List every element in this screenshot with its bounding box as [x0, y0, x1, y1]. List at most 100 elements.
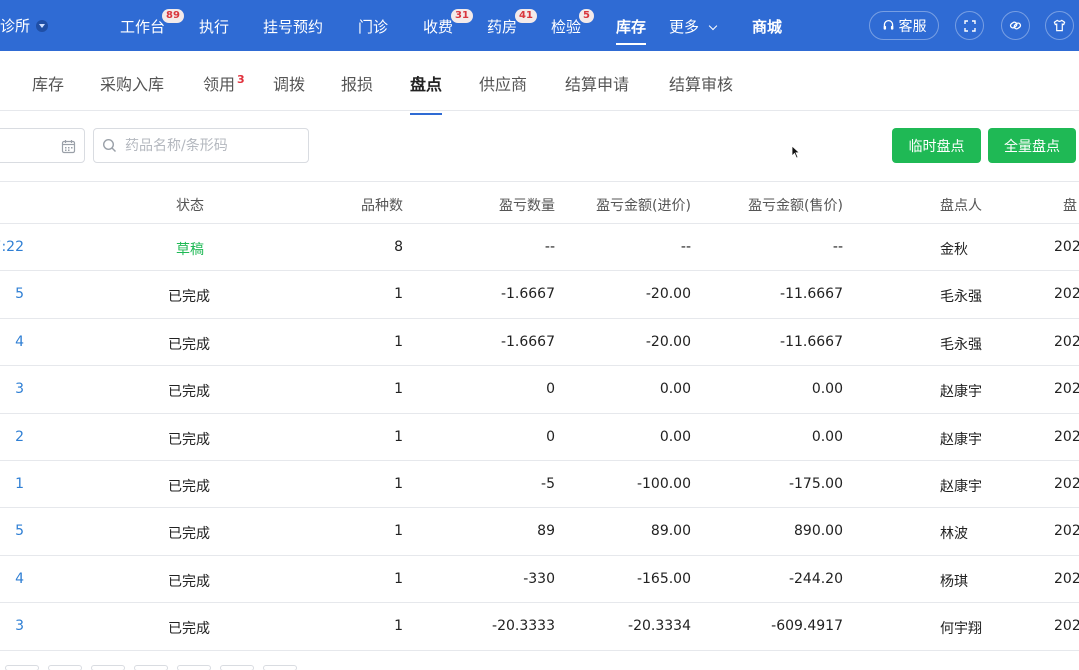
caret-down-icon	[36, 19, 49, 32]
pl-qty-cell: 0	[546, 428, 555, 445]
date-range-field[interactable]	[0, 128, 85, 163]
date-cell: 202	[1054, 570, 1079, 587]
tab-settlement-request[interactable]: 结算申请	[565, 71, 629, 95]
notification-badge: 31	[451, 9, 473, 23]
nav-label: 挂号预约	[263, 18, 324, 36]
link-button[interactable]	[1001, 11, 1030, 40]
pager-button[interactable]	[91, 665, 125, 670]
pl-price-cell: 0.00	[811, 428, 843, 445]
tab-loss-report[interactable]: 报损	[341, 71, 373, 95]
header-pl-price: 盈亏金额(售价)	[748, 198, 843, 214]
tab-settlement-review[interactable]: 结算审核	[669, 71, 733, 95]
tab-stocktake[interactable]: 盘点	[410, 71, 443, 115]
nav-label: 工作台	[120, 18, 166, 36]
search-icon	[102, 138, 116, 152]
search-input[interactable]	[125, 137, 295, 154]
stocktake-id-link[interactable]: 2	[15, 429, 24, 445]
status-cell: 已完成	[168, 431, 210, 448]
nav-label: 库存	[616, 18, 647, 36]
pl-qty-cell: -1.6667	[500, 286, 555, 303]
status-cell: 已完成	[168, 526, 210, 543]
calendar-icon	[61, 140, 76, 154]
table-row[interactable]: 2 已完成 1 0 0.00 0.00 赵康宇 202	[0, 414, 1079, 461]
stocktake-id-link[interactable]: 3	[15, 381, 24, 397]
nav-label: 药房	[487, 18, 518, 36]
customer-service-button[interactable]: 客服	[869, 11, 939, 40]
skin-button[interactable]	[1045, 11, 1074, 40]
pl-price-cell: -244.20	[788, 570, 843, 587]
table-header: 状态 品种数 盈亏数量 盈亏金额(进价) 盈亏金额(售价) 盘点人 盘	[0, 181, 1079, 224]
variety-count-cell: 1	[394, 381, 403, 398]
nav-inventory[interactable]: 库存	[616, 16, 647, 45]
pl-qty-cell: 0	[546, 381, 555, 398]
nav-execute[interactable]: 执行	[199, 16, 229, 37]
tab-transfer[interactable]: 调拨	[273, 71, 305, 95]
stocktake-id-link[interactable]: 5	[15, 286, 24, 302]
shirt-icon	[1053, 19, 1066, 32]
requisition-count-badge: 3	[237, 73, 245, 86]
table-row[interactable]: 4 已完成 1 -1.6667 -20.00 -11.6667 毛永强 202	[0, 319, 1079, 367]
inventory-subtabs: 库存 采购入库 领用 3 调拨 报损 盘点 供应商 结算申请 结算审核	[0, 51, 1079, 115]
tab-inventory[interactable]: 库存	[32, 71, 64, 95]
table-row[interactable]: 5 已完成 1 89 89.00 890.00 林波 202	[0, 508, 1079, 556]
nav-label: 门诊	[358, 18, 389, 36]
variety-count-cell: 1	[394, 428, 403, 445]
clinic-name: 诊所	[0, 17, 31, 35]
table-row[interactable]: 5 已完成 1 -1.6667 -20.00 -11.6667 毛永强 202	[0, 271, 1079, 319]
table-row[interactable]: 1 已完成 1 -5 -100.00 -175.00 赵康宇 202	[0, 461, 1079, 509]
date-cell: 202	[1054, 475, 1079, 492]
pl-price-cell: 0.00	[811, 381, 843, 398]
pl-qty-cell: -330	[523, 570, 555, 587]
nav-more[interactable]: 更多	[669, 16, 718, 37]
checker-cell: 赵康宇	[940, 478, 982, 495]
stocktake-id-link[interactable]: 3	[15, 618, 24, 634]
pl-cost-cell: -20.00	[645, 286, 691, 303]
pager-button[interactable]	[220, 665, 254, 670]
top-nav-bar: 诊所 工作台 89 执行 挂号预约 门诊 收费 31 药房 41 检验 5 库存…	[0, 0, 1079, 51]
table-row[interactable]: 3 已完成 1 0 0.00 0.00 赵康宇 202	[0, 366, 1079, 414]
variety-count-cell: 1	[394, 523, 403, 540]
table-row[interactable]: 7:22 草稿 8 -- -- -- 金秋 202	[0, 224, 1079, 272]
fullscreen-button[interactable]	[955, 11, 984, 40]
pager-button[interactable]	[48, 665, 82, 670]
nav-outpatient[interactable]: 门诊	[358, 16, 388, 37]
nav-charge[interactable]: 收费 31	[423, 9, 473, 37]
clinic-switcher[interactable]: 诊所	[0, 15, 49, 36]
variety-count-cell: 1	[394, 475, 403, 492]
status-cell: 草稿	[176, 242, 204, 258]
date-cell: 202	[1054, 333, 1079, 350]
pager-button[interactable]	[5, 665, 39, 670]
variety-count-cell: 1	[394, 618, 403, 635]
stocktake-id-link[interactable]: 4	[15, 571, 24, 587]
stocktake-id-link[interactable]: 1	[15, 476, 24, 492]
nav-lab[interactable]: 检验 5	[551, 9, 594, 37]
stocktake-id-link[interactable]: 7:22	[0, 239, 24, 255]
stocktake-id-link[interactable]: 5	[15, 523, 24, 539]
pager-button[interactable]	[134, 665, 168, 670]
tab-supplier[interactable]: 供应商	[479, 71, 527, 95]
pager-button[interactable]	[177, 665, 211, 670]
pager-button[interactable]	[263, 665, 297, 670]
temp-stocktake-button[interactable]: 临时盘点	[892, 128, 981, 163]
table-row[interactable]: 3 已完成 1 -20.3333 -20.3334 -609.4917 何宇翔 202	[0, 603, 1079, 651]
pl-price-cell: -175.00	[788, 475, 843, 492]
nav-registration[interactable]: 挂号预约	[263, 16, 323, 37]
tab-requisition[interactable]: 领用 3	[203, 71, 245, 95]
table-row[interactable]: 4 已完成 1 -330 -165.00 -244.20 杨琪 202	[0, 556, 1079, 604]
full-stocktake-button[interactable]: 全量盘点	[988, 128, 1076, 163]
link-icon	[1009, 21, 1022, 30]
pl-qty-cell: --	[544, 239, 555, 255]
mouse-cursor-icon	[791, 145, 801, 159]
variety-count-cell: 8	[394, 239, 403, 255]
pl-cost-cell: 89.00	[650, 523, 691, 540]
tab-purchase-inbound[interactable]: 采购入库	[100, 71, 164, 95]
date-cell: 202	[1054, 381, 1079, 398]
nav-label: 商城	[752, 18, 783, 36]
fullscreen-icon	[963, 19, 976, 32]
nav-mall[interactable]: 商城	[752, 16, 782, 37]
search-field[interactable]	[93, 128, 309, 163]
nav-label: 执行	[199, 18, 230, 36]
stocktake-id-link[interactable]: 4	[15, 334, 24, 350]
nav-workbench[interactable]: 工作台 89	[120, 9, 184, 37]
nav-pharmacy[interactable]: 药房 41	[487, 9, 537, 37]
